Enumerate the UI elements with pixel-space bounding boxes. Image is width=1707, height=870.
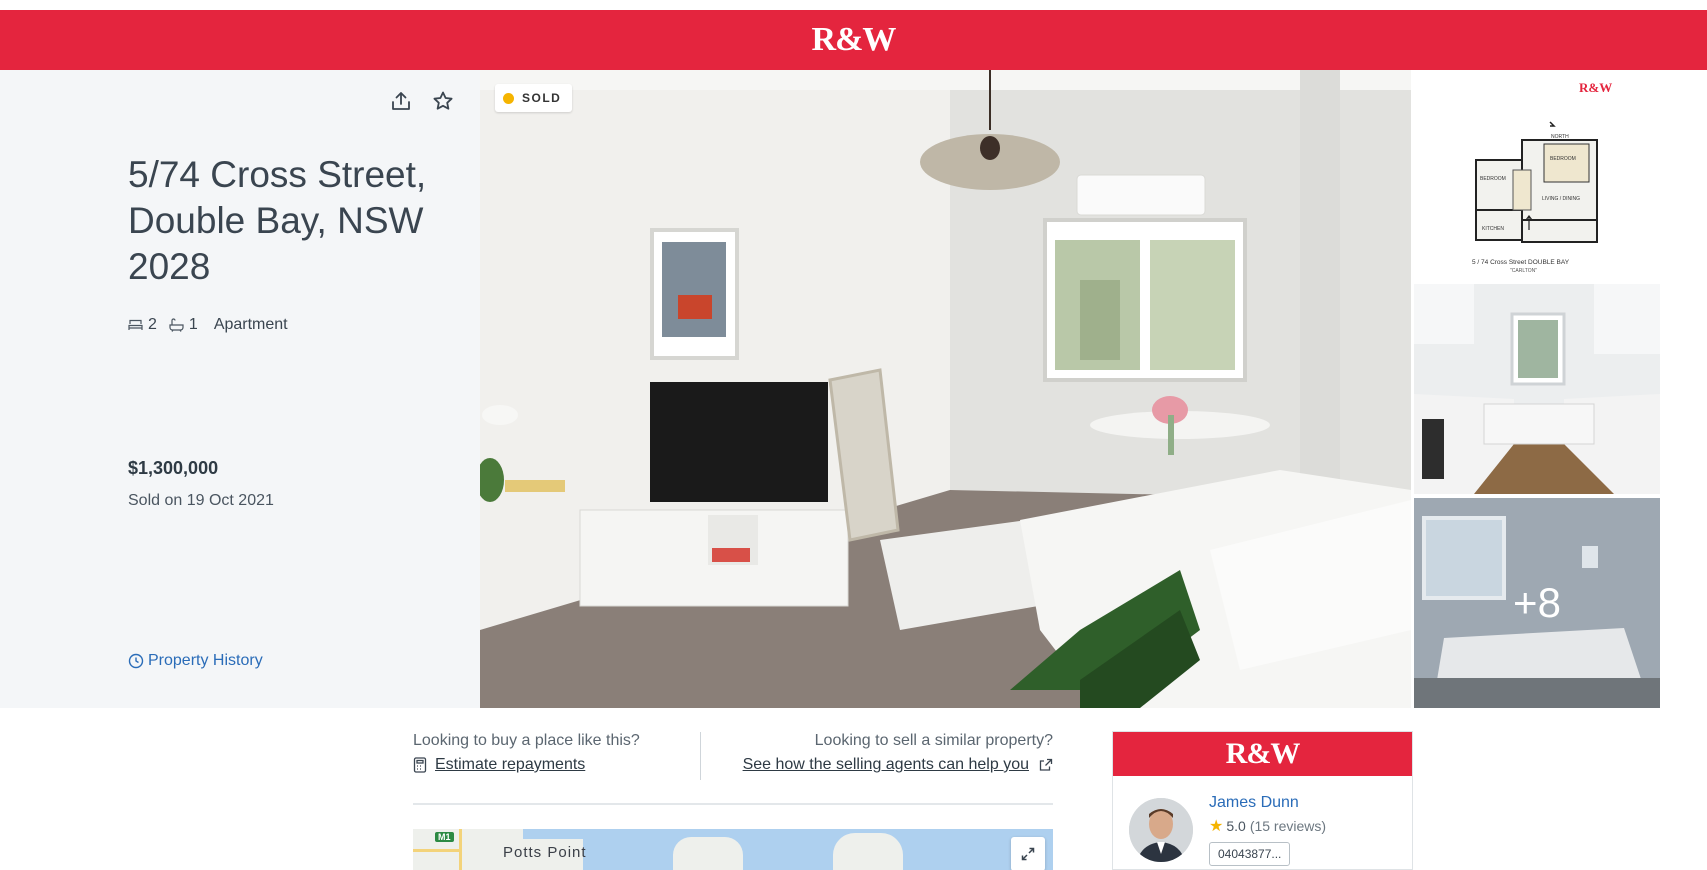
agent-phone-button[interactable]: 04043877... — [1209, 842, 1291, 866]
map-land — [833, 833, 903, 870]
kitchen-thumbnail[interactable] — [1414, 284, 1660, 494]
estimate-repayments-link[interactable]: Estimate repayments — [413, 756, 585, 774]
favourite-button[interactable] — [428, 86, 458, 116]
bedrooms-count: 2 — [148, 316, 157, 333]
more-photos-count: +8 — [1513, 579, 1561, 626]
sold-price: $1,300,000 — [128, 458, 219, 478]
brand-logo[interactable]: R&W — [812, 21, 897, 59]
map-road — [413, 849, 461, 852]
property-history-link[interactable]: Property History — [128, 652, 263, 670]
star-icon — [433, 91, 453, 110]
calculator-icon — [413, 757, 427, 773]
property-history-label: Property History — [148, 652, 263, 669]
bedroom-thumbnail-more-photos[interactable]: +8 — [1414, 498, 1660, 708]
bathrooms-count: 1 — [188, 316, 198, 333]
floorplan-subcaption: "CARLTON" — [1510, 268, 1537, 274]
map-land — [673, 837, 743, 870]
kitchen-image — [1414, 284, 1660, 494]
agent-photo — [1129, 798, 1193, 862]
agent-rating-value: 5.0 — [1226, 818, 1246, 834]
sell-cta: Looking to sell a similar property? See … — [700, 732, 1053, 774]
section-divider — [413, 803, 1053, 805]
agent-rating: ★ 5.0 (15 reviews) — [1209, 816, 1326, 836]
expand-icon — [1021, 847, 1035, 861]
main-photo[interactable]: SOLD — [480, 70, 1411, 708]
floorplan-living-label: LIVING / DINING — [1542, 196, 1580, 202]
map-place-label: Potts Point — [503, 844, 587, 861]
agent-name-link[interactable]: James Dunn — [1209, 794, 1299, 812]
bedrooms-feature: 2 — [128, 316, 157, 334]
selling-agents-label: See how the selling agents can help you — [742, 756, 1029, 773]
motorway-badge: M1 — [435, 832, 454, 842]
buy-question: Looking to buy a place like this? — [413, 732, 640, 749]
sold-status-badge: SOLD — [495, 84, 573, 112]
sold-date: Sold on 19 Oct 2021 — [128, 492, 274, 509]
share-icon — [392, 92, 410, 110]
clock-icon — [128, 653, 144, 669]
estimate-repayments-label: Estimate repayments — [435, 756, 586, 773]
living-room-photo — [480, 70, 1411, 708]
property-features: 2 1 Apartment — [128, 316, 300, 334]
floorplan-caption: 5 / 74 Cross Street DOUBLE BAY — [1472, 259, 1570, 266]
floorplan-image: R&W NORTH BEDROOM BEDROOM KITCHEN LIVING… — [1414, 70, 1660, 280]
bathrooms-feature: 1 — [169, 316, 198, 334]
buy-cta: Looking to buy a place like this? Estima… — [413, 732, 640, 778]
sold-status-label: SOLD — [522, 91, 562, 105]
bed-icon — [128, 319, 143, 330]
floorplan-logo: R&W — [1579, 80, 1612, 95]
external-link-icon — [1039, 758, 1053, 771]
listing-summary-panel: 5/74 Cross Street, Double Bay, NSW 2028 … — [0, 70, 480, 708]
bath-icon — [169, 318, 184, 332]
agent-card-header: R&W — [1113, 732, 1412, 776]
agency-logo: R&W — [1225, 737, 1301, 770]
top-strip — [0, 0, 1707, 10]
property-type: Apartment — [213, 316, 288, 333]
agent-avatar[interactable] — [1129, 798, 1193, 862]
share-button[interactable] — [386, 86, 416, 116]
floorplan-bedroom-label: BEDROOM — [1480, 176, 1506, 182]
rating-star-icon: ★ — [1209, 818, 1224, 835]
location-map[interactable]: M1 Potts Point — [413, 829, 1053, 870]
selling-agents-link[interactable]: See how the selling agents can help you — [743, 756, 1053, 774]
sell-question: Looking to sell a similar property? — [814, 732, 1053, 749]
property-address: 5/74 Cross Street, Double Bay, NSW 2028 — [128, 154, 427, 287]
floorplan-thumbnail[interactable]: R&W NORTH BEDROOM BEDROOM KITCHEN LIVING… — [1414, 70, 1660, 280]
floorplan-kitchen-label: KITCHEN — [1482, 226, 1504, 232]
map-expand-button[interactable] — [1011, 837, 1045, 870]
status-dot — [503, 92, 514, 104]
floorplan-bedroom-label: BEDROOM — [1550, 156, 1576, 162]
agent-review-count: (15 reviews) — [1249, 818, 1327, 834]
site-header: R&W — [0, 10, 1707, 70]
agent-card: R&W James Dunn ★ 5.0 (15 reviews) 040438… — [1112, 731, 1413, 870]
map-road — [459, 829, 462, 870]
